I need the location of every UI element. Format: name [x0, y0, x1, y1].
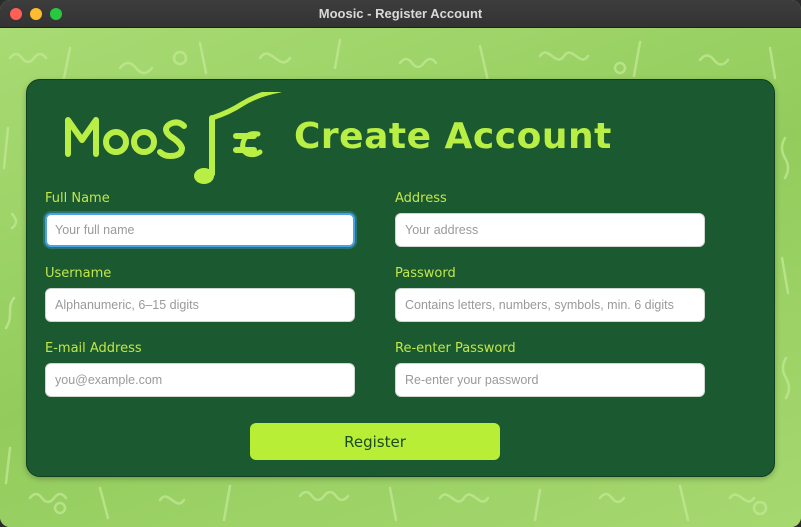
- reenter-password-label: Re-enter Password: [395, 341, 516, 356]
- app-window: Moosic - Register Account Create Account…: [0, 0, 801, 527]
- username-label: Username: [45, 266, 112, 281]
- password-label: Password: [395, 266, 456, 281]
- moosic-logo: [65, 92, 282, 184]
- window-title: Moosic - Register Account: [318, 6, 483, 21]
- address-label: Address: [395, 191, 447, 206]
- reenter-password-input[interactable]: [395, 363, 705, 397]
- full-name-input[interactable]: [45, 213, 355, 247]
- address-input[interactable]: [395, 213, 705, 247]
- page-title: Create Account: [294, 116, 612, 157]
- full-name-label: Full Name: [45, 191, 110, 206]
- username-input[interactable]: [45, 288, 355, 322]
- register-button[interactable]: Register: [250, 423, 500, 460]
- password-input[interactable]: [395, 288, 705, 322]
- email-input[interactable]: [45, 363, 355, 397]
- title-bar: Moosic - Register Account: [0, 0, 801, 28]
- email-label: E-mail Address: [45, 341, 142, 356]
